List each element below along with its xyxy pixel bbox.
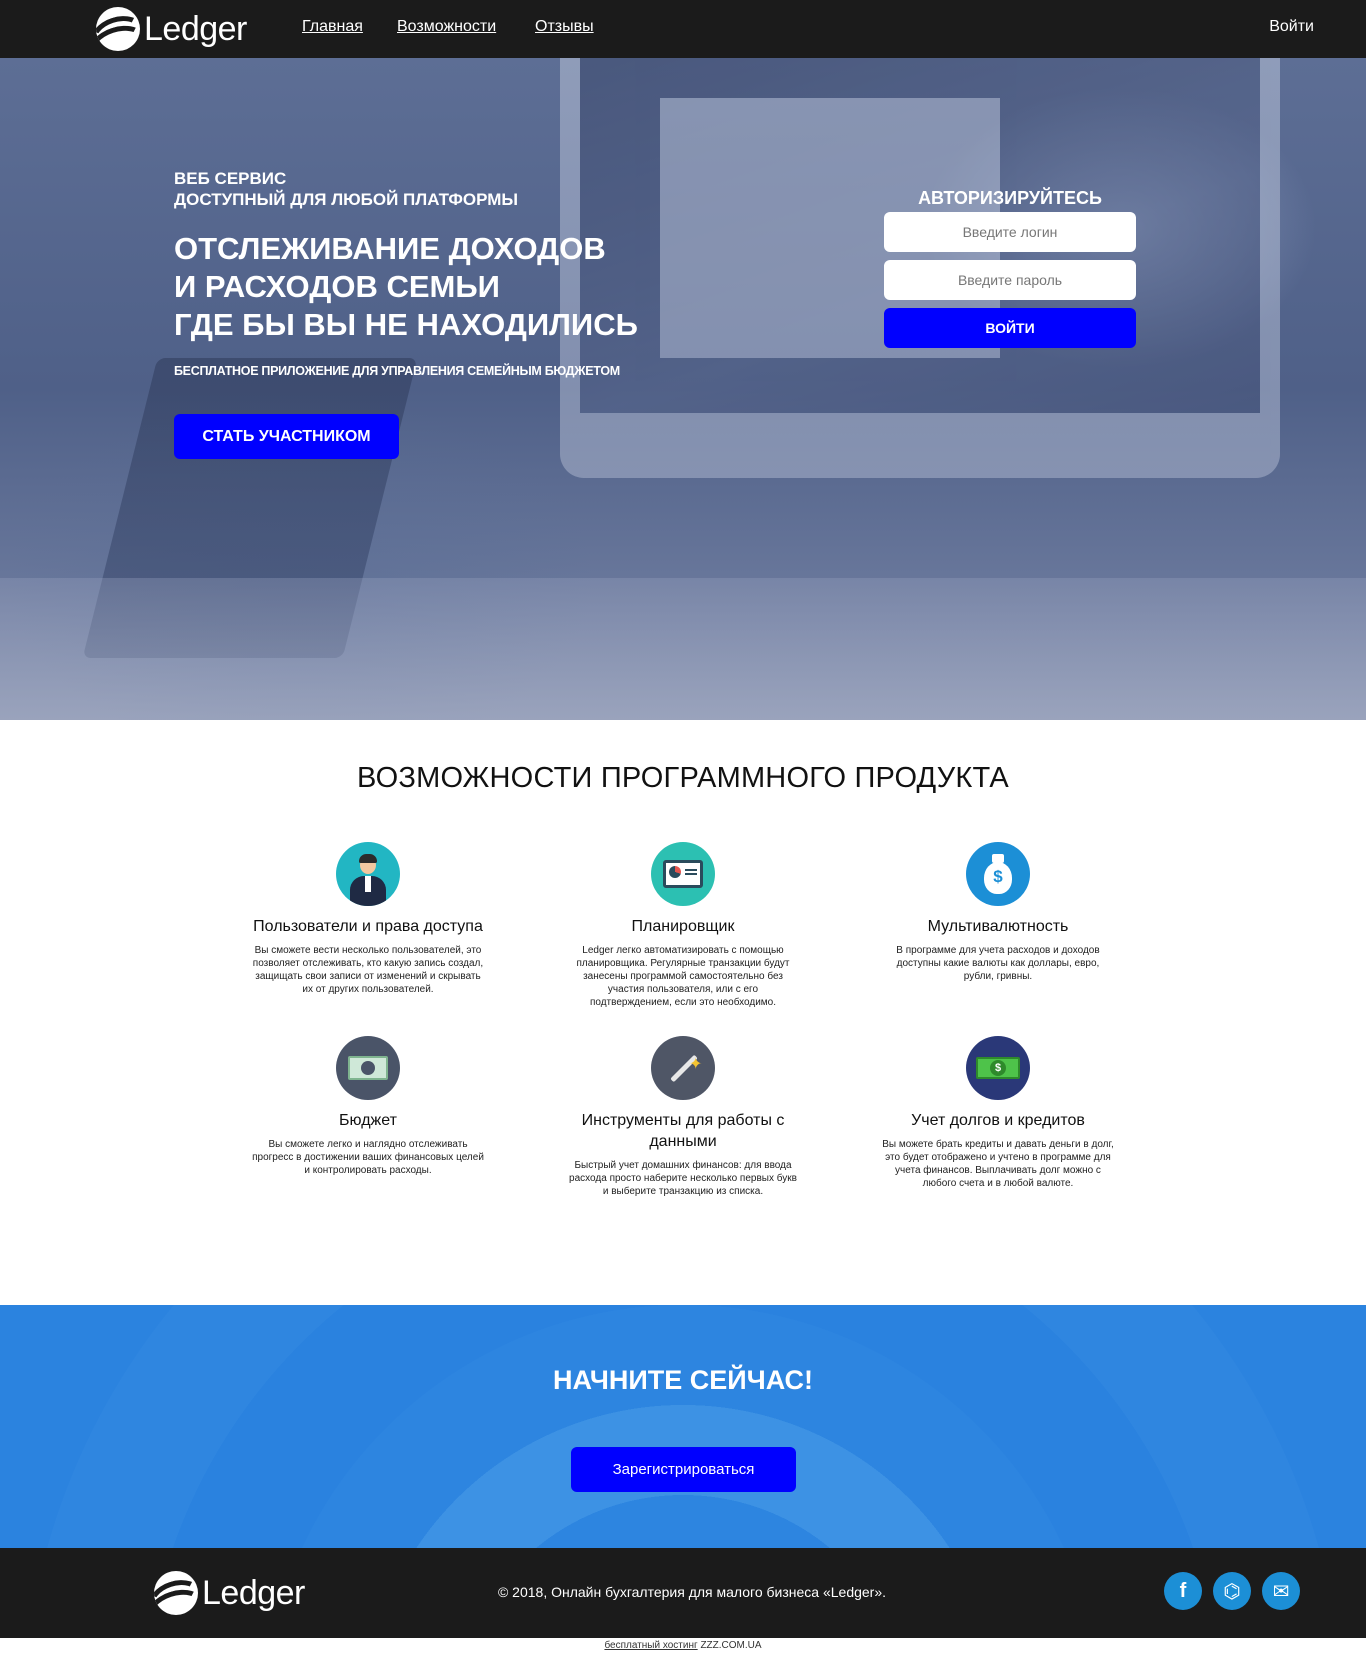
nav-link-features[interactable]: Возможности <box>397 18 496 36</box>
feature-users: Пользователи и права доступа Вы сможете … <box>248 842 488 996</box>
hosting-credit: бесплатный хостинг ZZZ.COM.UA <box>0 1640 1366 1651</box>
start-now-title: НАЧНИТЕ СЕЙЧАС! <box>552 1365 814 1395</box>
hosting-link[interactable]: бесплатный хостинг <box>604 1640 697 1651</box>
become-member-button[interactable]: СТАТЬ УЧАСТНИКОМ <box>174 414 399 459</box>
feature-title: Учет долгов и кредитов <box>911 1112 1085 1129</box>
hosting-domain: ZZZ.COM.UA <box>700 1640 762 1651</box>
feature-data-tools: ✦ Инструменты для работы с данными Быстр… <box>563 1036 803 1198</box>
hero-subtitle: БЕСПЛАТНОЕ ПРИЛОЖЕНИЕ ДЛЯ УПРАВЛЕНИЯ СЕМ… <box>174 364 620 378</box>
feature-description: Вы можете брать кредиты и давать деньги … <box>882 1139 1114 1189</box>
magic-wand-icon: ✦ <box>651 1036 715 1100</box>
password-input[interactable] <box>884 260 1136 300</box>
planner-icon <box>651 842 715 906</box>
hero-background-desk <box>0 578 1366 720</box>
feature-title: Пользователи и права доступа <box>253 918 483 935</box>
footer: Ledger © 2018, Онлайн бухгалтерия для ма… <box>0 1548 1366 1638</box>
features-heading: ВОЗМОЖНОСТИ ПРОГРАММНОГО ПРОДУКТА <box>357 762 1009 794</box>
feature-description: В программе для учета расходов и доходов… <box>896 945 1100 982</box>
github-icon[interactable]: ⌬ <box>1213 1572 1251 1610</box>
login-input[interactable] <box>884 212 1136 252</box>
hero-title: ОТСЛЕЖИВАНИЕ ДОХОДОВ И РАСХОДОВ СЕМЬИ ГД… <box>174 231 638 342</box>
nav-link-home[interactable]: Главная <box>302 18 363 36</box>
feature-planner: Планировщик Ledger легко автоматизироват… <box>563 842 803 1009</box>
feature-title: Бюджет <box>339 1112 397 1129</box>
feature-title: Инструменты для работы с данными <box>581 1112 785 1150</box>
dollar-bill-icon: $ <box>966 1036 1030 1100</box>
feature-description: Вы сможете легко и наглядно отслеживать … <box>252 1139 484 1176</box>
logo-swirl-icon <box>96 7 140 51</box>
feature-description: Ledger легко автоматизировать с помощью … <box>576 945 790 1008</box>
nav-link-reviews[interactable]: Отзывы <box>535 18 594 36</box>
hero-kicker: ВЕБ СЕРВИС ДОСТУПНЫЙ ДЛЯ ЛЮБОЙ ПЛАТФОРМЫ <box>174 169 519 209</box>
feature-debts: $ Учет долгов и кредитов Вы можете брать… <box>878 1036 1118 1190</box>
facebook-icon[interactable]: f <box>1164 1572 1202 1610</box>
banknote-icon <box>336 1036 400 1100</box>
feature-title: Планировщик <box>631 918 735 935</box>
hero-section: ВЕБ СЕРВИС ДОСТУПНЫЙ ДЛЯ ЛЮБОЙ ПЛАТФОРМЫ… <box>0 58 1366 720</box>
auth-submit-button[interactable]: ВОЙТИ <box>884 308 1136 348</box>
feature-multicurrency: $ Мультивалютность В программе для учета… <box>878 842 1118 983</box>
feature-description: Вы сможете вести несколько пользователей… <box>252 945 484 995</box>
user-icon <box>336 842 400 906</box>
feature-description: Быстрый учет домашних финансов: для ввод… <box>569 1160 797 1197</box>
top-navbar: Ledger Главная Возможности Отзывы Войти <box>0 0 1366 58</box>
feature-budget: Бюджет Вы сможете легко и наглядно отсле… <box>248 1036 488 1177</box>
money-bag-icon: $ <box>966 842 1030 906</box>
auth-title: АВТОРИЗИРУЙТЕСЬ <box>918 188 1102 208</box>
footer-copyright: © 2018, Онлайн бухгалтерия для малого би… <box>497 1584 887 1600</box>
header-login-link[interactable]: Войти <box>1269 18 1314 36</box>
brand-logo[interactable]: Ledger <box>96 6 247 52</box>
feature-title: Мультивалютность <box>927 918 1069 935</box>
register-button[interactable]: Зарегистрироваться <box>571 1447 796 1492</box>
start-now-section: НАЧНИТЕ СЕЙЧАС! Зарегистрироваться <box>0 1305 1366 1548</box>
brand-name: Ledger <box>144 9 247 48</box>
mail-icon[interactable]: ✉ <box>1262 1572 1300 1610</box>
